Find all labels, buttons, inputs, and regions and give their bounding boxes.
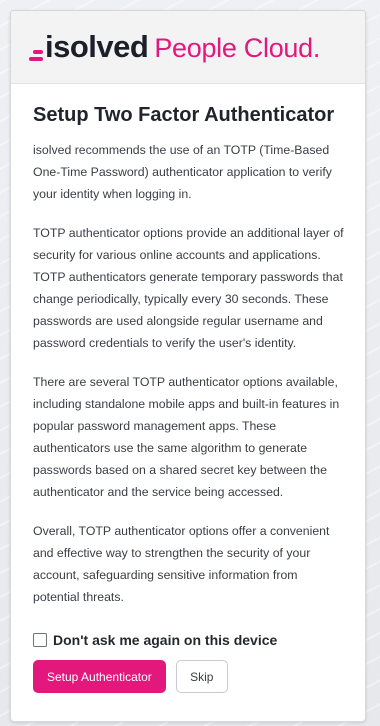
dialog-actions: Setup Authenticator Skip [33,660,345,693]
dialog-title: Setup Two Factor Authenticator [33,104,335,126]
logo-product-name: People Cloud. [154,33,321,63]
logo-brand-name: isolved [45,29,149,64]
isolved-people-cloud-logo: isolved People Cloud. [29,29,320,65]
skip-button[interactable]: Skip [175,660,228,693]
dont-ask-again-checkbox[interactable] [33,633,47,647]
dialog-content: Setup Two Factor Authenticator isolved r… [11,84,365,693]
setup-authenticator-button[interactable]: Setup Authenticator [33,660,166,693]
dont-ask-again-label[interactable]: Don't ask me again on this device [53,632,277,648]
isolved-logo-mark-icon [29,50,43,61]
totp-options-paragraph: There are several TOTP authenticator opt… [33,375,340,499]
summary-paragraph: Overall, TOTP authenticator options offe… [33,524,330,604]
totp-description-paragraph: TOTP authenticator options provide an ad… [33,226,344,350]
dont-ask-again-checkbox-row[interactable]: Don't ask me again on this device [33,632,345,648]
logo-header: isolved People Cloud. [11,11,365,84]
two-factor-setup-card: isolved People Cloud. Setup Two Factor A… [10,10,366,722]
intro-paragraph: isolved recommends the use of an TOTP (T… [33,143,332,201]
